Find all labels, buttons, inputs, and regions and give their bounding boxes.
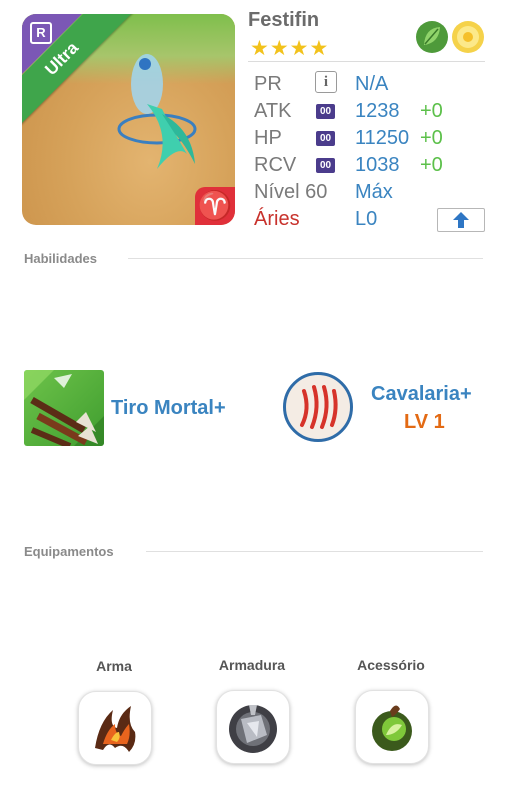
stat-value-pr: N/A <box>355 73 389 95</box>
light-flower-icon <box>452 21 484 53</box>
leaf-icon <box>416 21 448 53</box>
sign-level-value: L0 <box>355 208 378 230</box>
stone-shield-icon <box>229 705 277 753</box>
equipment-divider <box>146 551 483 552</box>
arrow-up-icon <box>453 212 469 228</box>
weapon-label: Arma <box>96 658 132 674</box>
stat-value-atk: 1238 <box>355 100 400 122</box>
stat-label-atk: ATK <box>254 100 292 122</box>
sign-upgrade-button[interactable] <box>437 208 485 232</box>
header-divider <box>248 61 485 62</box>
weapon-slot[interactable] <box>78 691 152 765</box>
leader-skill-level: LV 1 <box>404 411 445 433</box>
hp-boost-badge: 00 <box>316 131 335 146</box>
active-skill-name[interactable]: Tiro Mortal+ <box>111 397 226 420</box>
leader-skill-name[interactable]: Cavalaria+ <box>371 383 472 406</box>
armor-slot[interactable] <box>216 690 290 764</box>
rarity-letter-badge: R <box>30 22 52 44</box>
attribute-icons <box>415 18 487 61</box>
green-orb-icon <box>372 705 412 751</box>
abilities-heading: Habilidades <box>24 251 97 266</box>
stat-label-rcv: RCV <box>254 154 297 176</box>
stat-plus-atk: +0 <box>420 100 443 122</box>
info-button[interactable]: i <box>315 71 337 93</box>
sign-label: Áries <box>254 208 300 230</box>
monster-portrait[interactable]: R Ultra ♈ <box>22 14 235 225</box>
flame-claw-icon <box>95 706 136 752</box>
stat-label-hp: HP <box>254 127 282 149</box>
stat-plus-rcv: +0 <box>420 154 443 176</box>
accessory-label: Acessório <box>357 657 425 673</box>
monster-name: Festifin <box>248 9 320 31</box>
armor-label: Armadura <box>218 657 286 673</box>
accessory-slot[interactable] <box>355 690 429 764</box>
atk-boost-badge: 00 <box>316 104 335 119</box>
aries-sign-icon: ♈ <box>195 187 235 225</box>
leader-skill-icon[interactable] <box>283 372 353 442</box>
rcv-boost-badge: 00 <box>316 158 335 173</box>
active-skill-icon[interactable] <box>24 370 104 446</box>
level-value: Máx <box>355 181 393 203</box>
stat-value-hp: 11250 <box>355 127 410 149</box>
abilities-divider <box>128 258 483 259</box>
stat-label-pr: PR <box>254 73 282 95</box>
level-label: Nível 60 <box>254 181 328 203</box>
monster-artwork <box>117 54 197 169</box>
stat-plus-hp: +0 <box>420 127 443 149</box>
stat-value-rcv: 1038 <box>355 154 400 176</box>
star-rating: ★★★★ <box>250 37 330 60</box>
equipment-heading: Equipamentos <box>24 544 114 559</box>
